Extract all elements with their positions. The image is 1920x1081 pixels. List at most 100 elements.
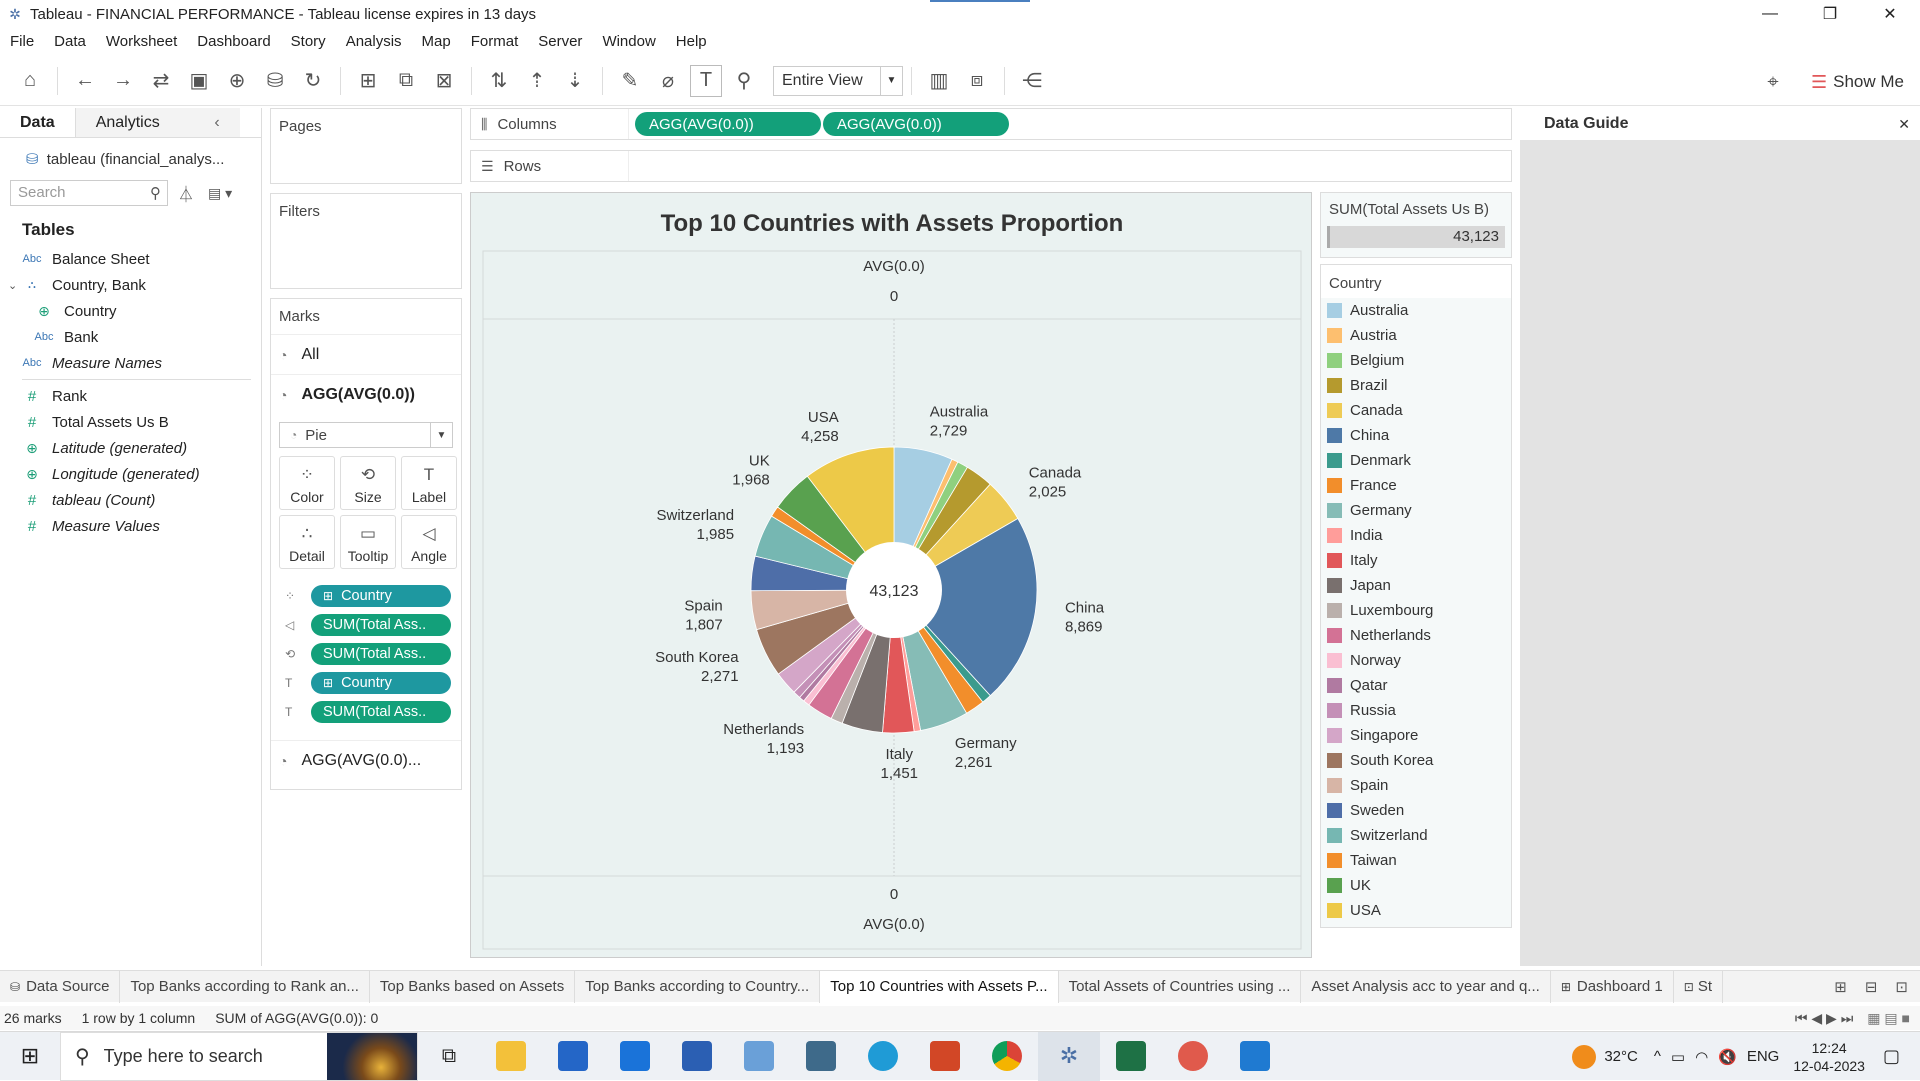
photos-icon[interactable] [1224,1032,1286,1081]
legend-item[interactable]: Germany [1321,498,1511,523]
format-painter-icon[interactable]: ⌖ [1757,66,1789,98]
legend-item[interactable]: UK [1321,873,1511,898]
sheet-tab[interactable]: Top Banks based on Assets [370,970,576,1003]
home-icon[interactable]: ⌂ [14,65,46,97]
save-icon[interactable]: ▣ [183,65,215,97]
tab-analytics[interactable]: Analytics ‹ [74,108,240,137]
menu-analysis[interactable]: Analysis [336,30,412,54]
legend-item[interactable]: Brazil [1321,373,1511,398]
redo-icon[interactable]: → [107,65,139,97]
marks-angle-button[interactable]: ◁ Angle [401,515,457,569]
sheet-tab[interactable]: Asset Analysis acc to year and q... [1301,970,1551,1003]
show-labels-icon[interactable]: T [690,64,722,97]
sheet-tab[interactable]: ⛁ Data Source [0,970,121,1003]
menu-file[interactable]: File [0,30,44,54]
marks-agg-2[interactable]: ◔ AGG(AVG(0.0)... [271,740,461,780]
legend-item[interactable]: Sweden [1321,798,1511,823]
expand-icon[interactable]: ⊞ [323,676,333,690]
fit-dropdown[interactable]: Entire View ▼ [773,65,903,96]
pages-shelf[interactable]: Pages [270,108,462,184]
file-explorer-icon[interactable] [480,1032,542,1081]
field-item[interactable]: # Rank [0,383,261,409]
show-cards-icon[interactable]: ▥ [923,65,955,97]
close-icon[interactable]: ✕ [1898,116,1910,133]
edge-icon[interactable] [852,1032,914,1081]
menu-window[interactable]: Window [592,30,665,54]
sheet-nav-icon[interactable]: ⏮ ◀ ▶ ⏭ [1795,1010,1853,1027]
menu-help[interactable]: Help [666,30,717,54]
field-item[interactable]: Abc Bank [0,324,261,350]
legend-item[interactable]: Austria [1321,323,1511,348]
marks-pill[interactable]: ⊞ Country [311,584,451,607]
field-item[interactable]: ⊕ Country [0,298,261,324]
filters-shelf[interactable]: Filters [270,193,462,289]
filter-icon[interactable]: ⏃ [178,181,194,205]
new-dashboard-icon[interactable]: ⊟ [1865,978,1878,996]
legend-item[interactable]: USA [1321,898,1511,923]
new-worksheet-icon[interactable]: ⊞ [1834,978,1847,996]
field-item[interactable]: ⊕ Latitude (generated) [0,435,261,461]
collapse-pane-icon[interactable]: ‹ [214,114,219,132]
notification-icon[interactable]: ▢ [1883,1046,1900,1067]
legend-item[interactable]: Belgium [1321,348,1511,373]
marks-all[interactable]: ◔ All [271,334,461,374]
rows-shelf[interactable]: ☰ Rows [470,150,1512,182]
menu-map[interactable]: Map [412,30,461,54]
field-item[interactable]: Abc Balance Sheet [0,246,261,272]
legend-item[interactable]: France [1321,473,1511,498]
legend-item[interactable]: China [1321,423,1511,448]
marks-tooltip-button[interactable]: ▭ Tooltip [340,515,396,569]
legend-item[interactable]: Australia [1321,298,1511,323]
legend-item[interactable]: Russia [1321,698,1511,723]
new-worksheet-icon[interactable]: ⊞ [352,65,384,97]
menu-dashboard[interactable]: Dashboard [187,30,280,54]
swap-rows-columns-icon[interactable]: ⇅ [483,65,515,97]
legend-item[interactable]: Netherlands [1321,623,1511,648]
marks-pill[interactable]: SUM(Total Ass.. [311,613,451,636]
tab-data[interactable]: Data [0,108,75,137]
refresh-icon[interactable]: ↻ [297,65,329,97]
legend-item[interactable]: Italy [1321,548,1511,573]
field-item[interactable]: Abc Measure Names [0,350,261,376]
field-item[interactable]: # tableau (Count) [0,487,261,513]
legend-item[interactable]: South Korea [1321,748,1511,773]
show-me-button[interactable]: ⌖ ☰ Show Me [1754,66,1904,98]
expand-icon[interactable]: ⊞ [323,589,333,603]
wifi-icon[interactable]: ◠ [1695,1048,1708,1066]
undo-icon[interactable]: ← [69,65,101,97]
viz-area[interactable]: Top 10 Countries with Assets Proportion … [470,192,1312,958]
sheet-tab[interactable]: Top Banks according to Rank an... [120,970,370,1003]
powerpoint-icon[interactable] [914,1032,976,1081]
close-button[interactable]: ✕ [1860,0,1920,28]
paint-icon[interactable] [1162,1032,1224,1081]
field-item[interactable]: # Total Assets Us B [0,409,261,435]
search-field[interactable]: Search ⚲ [10,180,168,206]
legend-item[interactable]: Norway [1321,648,1511,673]
excel-icon[interactable] [1100,1032,1162,1081]
mark-type-dropdown[interactable]: ◔ Pie ▼ [279,422,453,448]
fix-axes-icon[interactable]: ⚲ [728,65,760,97]
menu-format[interactable]: Format [461,30,529,54]
field-item[interactable]: ⊕ Longitude (generated) [0,461,261,487]
view-toggle-icon[interactable]: ▦ ▤ ■ [1867,1010,1910,1027]
menu-story[interactable]: Story [281,30,336,54]
mysql-icon[interactable] [790,1032,852,1081]
marks-pill[interactable]: ⊞ Country [311,671,451,694]
mail-icon[interactable] [604,1032,666,1081]
new-datasource-icon[interactable]: ⊕ [221,65,253,97]
chevron-up-icon[interactable]: ^ [1654,1048,1661,1065]
marks-label-button[interactable]: T Label [401,456,457,510]
marks-size-button[interactable]: ⟲ Size [340,456,396,510]
replace-data-icon[interactable]: ⇄ [145,65,177,97]
marks-pill[interactable]: SUM(Total Ass.. [311,642,451,665]
field-item[interactable]: # Measure Values [0,513,261,539]
datasource-item[interactable]: ⛁ tableau (financial_analys... [0,138,261,168]
sheet-tab[interactable]: Top Banks according to Country... [575,970,821,1003]
legend-item[interactable]: Taiwan [1321,848,1511,873]
battery-icon[interactable]: ▭ [1671,1048,1685,1066]
view-options-icon[interactable]: ▤ ▾ [208,185,232,202]
language[interactable]: ENG [1747,1048,1780,1065]
menu-server[interactable]: Server [528,30,592,54]
minimize-button[interactable]: — [1740,0,1800,28]
legend-item[interactable]: Singapore [1321,723,1511,748]
